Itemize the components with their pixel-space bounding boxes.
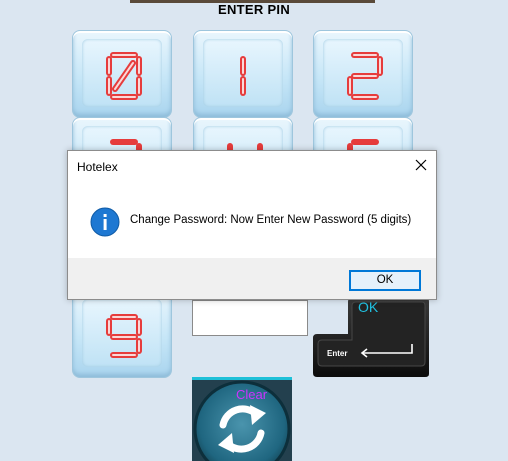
digit-0-glyph (106, 52, 142, 100)
key-9[interactable] (72, 290, 172, 378)
pin-display-field[interactable] (192, 300, 308, 336)
dialog-title: Hotelex (77, 160, 118, 174)
close-button[interactable] (406, 151, 436, 179)
info-icon (90, 207, 120, 237)
ok-button[interactable]: OK (349, 270, 421, 291)
key-1[interactable] (193, 30, 293, 118)
digit-2-glyph (347, 52, 383, 100)
enter-key-label: Enter (327, 349, 348, 358)
clear-button-label: Clear (236, 387, 268, 402)
dialog-message: Change Password: Now Enter New Password … (130, 214, 412, 226)
enter-key-ok-label: OK (358, 299, 379, 315)
key-0[interactable] (72, 30, 172, 118)
close-icon (415, 159, 427, 171)
digit-9-glyph (106, 314, 142, 358)
message-dialog: Hotelex Change Password: Now Enter New P… (67, 150, 437, 300)
screen-title: ENTER PIN (217, 2, 291, 17)
digit-1-glyph (240, 56, 246, 96)
key-2[interactable] (313, 30, 413, 118)
